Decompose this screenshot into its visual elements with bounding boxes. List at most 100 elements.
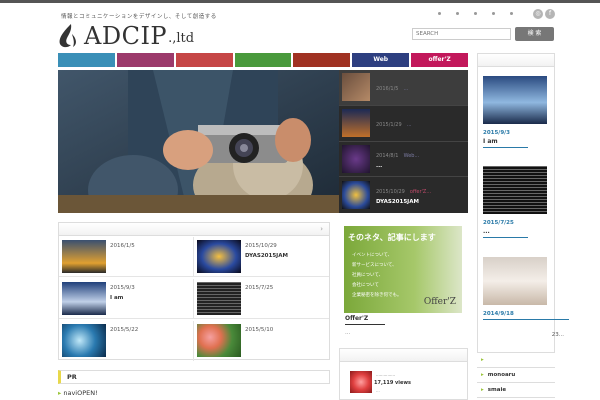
hero-slide-image[interactable] bbox=[58, 70, 339, 213]
banner-line: 社員について、 bbox=[352, 273, 384, 278]
sidebar-post[interactable]: 2015/7/25 ... bbox=[483, 166, 550, 238]
box-header bbox=[478, 54, 554, 67]
pr-link[interactable]: ▸ naviOPEN! bbox=[58, 389, 98, 397]
grid-post[interactable]: 2015/10/29 DYAS2015JAM bbox=[194, 237, 329, 277]
site-logo[interactable]: ADCIP .,ltd bbox=[58, 20, 194, 48]
post-date: 2015/7/25 bbox=[245, 285, 274, 291]
post-title: DYAS2015JAM bbox=[245, 253, 288, 259]
slider-category[interactable]: Web... bbox=[404, 153, 420, 159]
sidebar-post[interactable]: 2015/9/3 I am bbox=[483, 76, 550, 148]
dot-icon bbox=[510, 12, 513, 15]
post-date: 2015/5/22 bbox=[110, 327, 139, 333]
post-thumb bbox=[197, 282, 241, 315]
nav-item-4[interactable] bbox=[234, 53, 292, 67]
offerz-excerpt: ... bbox=[345, 330, 351, 336]
sidebar-thumb bbox=[483, 257, 547, 305]
offerz-title: Offer'Z bbox=[345, 315, 369, 322]
bullet-arrow-icon: ▸ bbox=[481, 372, 484, 378]
post-date: 2015/5/10 bbox=[245, 327, 274, 333]
offerz-caption[interactable]: Offer'Z ... bbox=[345, 315, 385, 336]
dot-icon bbox=[456, 12, 459, 15]
search-button[interactable]: 検 索 bbox=[515, 27, 554, 41]
dot-icon bbox=[474, 12, 477, 15]
banner-line: 新サービスについて、 bbox=[352, 263, 397, 268]
top-bar bbox=[0, 0, 600, 3]
box-header: › bbox=[59, 223, 329, 236]
recent-posts-box: › 2016/1/5 2015/10/29 DYAS2015JAM 2015/9… bbox=[58, 222, 330, 361]
dot-icon bbox=[492, 12, 495, 15]
nav-item-offerz[interactable]: offer'Z bbox=[411, 53, 469, 67]
sidebar-post[interactable]: 2014/9/18 bbox=[483, 257, 569, 320]
sidebar-caption: I am bbox=[483, 138, 498, 145]
banner-logo: Offer'Z bbox=[423, 297, 456, 307]
banner-line: イベントについて、 bbox=[352, 253, 393, 258]
slider-item[interactable]: 2015/1/29 ... bbox=[339, 106, 468, 142]
nav-item-1[interactable] bbox=[58, 53, 115, 67]
popular-title[interactable]: ............... bbox=[376, 372, 395, 377]
slider-item[interactable]: 2015/10/29 offer'Z... DYAS2015JAM bbox=[339, 177, 468, 213]
post-date: 2016/1/5 bbox=[110, 243, 135, 249]
logo-subtext: .,ltd bbox=[168, 31, 195, 46]
arrow-right-icon[interactable]: › bbox=[320, 223, 323, 235]
popular-extra: ... bbox=[376, 388, 380, 393]
main-nav: Web offer'Z bbox=[58, 53, 469, 67]
sidebar-link-text: smaie bbox=[487, 387, 507, 393]
slider-category[interactable]: offer'Z... bbox=[410, 189, 431, 195]
grid-post[interactable]: 2015/9/3 I am bbox=[59, 279, 194, 319]
slider-date: 2014/8/1 bbox=[376, 152, 399, 159]
caption-underline bbox=[483, 319, 569, 320]
slider-item[interactable]: 2016/1/5 ... bbox=[339, 70, 468, 106]
post-date: 2015/9/3 bbox=[110, 285, 135, 291]
post-thumb bbox=[197, 240, 241, 273]
logo-mark-icon bbox=[59, 24, 76, 48]
post-title: I am bbox=[110, 295, 124, 301]
banner-lines: イベントについて、 新サービスについて、 社員について、 会社について 企業秘密… bbox=[352, 251, 402, 301]
facebook-icon[interactable]: f bbox=[545, 9, 555, 19]
slider-thumb bbox=[342, 109, 370, 138]
slider-item[interactable]: 2014/8/1 Web... ... bbox=[339, 142, 468, 178]
sidebar-link[interactable]: ▸ bbox=[477, 353, 555, 368]
sidebar-link[interactable]: ▸ monoaru bbox=[477, 368, 555, 383]
slider-date: 2015/1/29 bbox=[376, 122, 402, 129]
sidebar-date: 2014/9/18 bbox=[483, 311, 514, 317]
sidebar-caption: ... bbox=[483, 228, 490, 235]
slider-date: 2015/10/29 bbox=[376, 189, 405, 196]
dot-icon bbox=[438, 12, 441, 15]
sidebar-link-list: ▸ ▸ monoaru ▸ smaie bbox=[477, 353, 555, 398]
sidebar-date: 2015/7/25 bbox=[483, 220, 514, 226]
bullet-arrow-icon: ▸ bbox=[58, 389, 62, 397]
grid-post[interactable]: 2015/5/22 bbox=[59, 321, 194, 361]
sidebar-date: 2015/9/3 bbox=[483, 130, 510, 136]
bullet-arrow-icon: ▸ bbox=[481, 357, 484, 363]
slider-thumb bbox=[342, 144, 370, 173]
search-input[interactable] bbox=[412, 28, 511, 40]
slider-date: 2016/1/5 bbox=[376, 86, 399, 93]
logo-text: ADCIP bbox=[84, 22, 168, 50]
caption-underline bbox=[483, 147, 528, 148]
sidebar-thumb bbox=[483, 76, 547, 124]
slider-category[interactable]: ... bbox=[404, 86, 409, 92]
nav-item-5[interactable] bbox=[293, 53, 351, 67]
camera-photo bbox=[58, 70, 339, 213]
pr-heading: PR bbox=[58, 370, 330, 384]
nav-item-2[interactable] bbox=[116, 53, 174, 67]
banner-heading: そのネタ、記事にします bbox=[348, 232, 436, 242]
grid-post[interactable]: 2015/5/10 bbox=[194, 321, 329, 361]
slider-category[interactable]: ... bbox=[407, 122, 412, 128]
sidebar-link[interactable]: ▸ smaie bbox=[477, 383, 555, 398]
box-header bbox=[340, 349, 467, 362]
popular-views: 17,119 views bbox=[374, 380, 411, 386]
nav-item-3[interactable] bbox=[175, 53, 233, 67]
banner-line: 企業秘密を除き何でも。 bbox=[352, 293, 402, 298]
grid-post[interactable]: 2015/7/25 bbox=[194, 279, 329, 319]
popular-thumb[interactable] bbox=[350, 371, 372, 393]
sidebar-featured: 2015/9/3 I am 2015/7/25 ... 2014/9/18 23… bbox=[477, 53, 569, 353]
sidebar-more[interactable]: 23... bbox=[552, 332, 564, 338]
offerz-banner[interactable]: そのネタ、記事にします イベントについて、 新サービスについて、 社員について、… bbox=[344, 226, 462, 313]
rss-icon[interactable]: ◎ bbox=[533, 9, 543, 19]
sidebar-link-text: monoaru bbox=[487, 372, 516, 378]
slider-list: 2016/1/5 ... 2015/1/29 ... 2014/8/1 Web.… bbox=[339, 70, 468, 213]
nav-item-web[interactable]: Web bbox=[352, 53, 410, 67]
caption-underline bbox=[483, 237, 528, 238]
grid-post[interactable]: 2016/1/5 bbox=[59, 237, 194, 277]
